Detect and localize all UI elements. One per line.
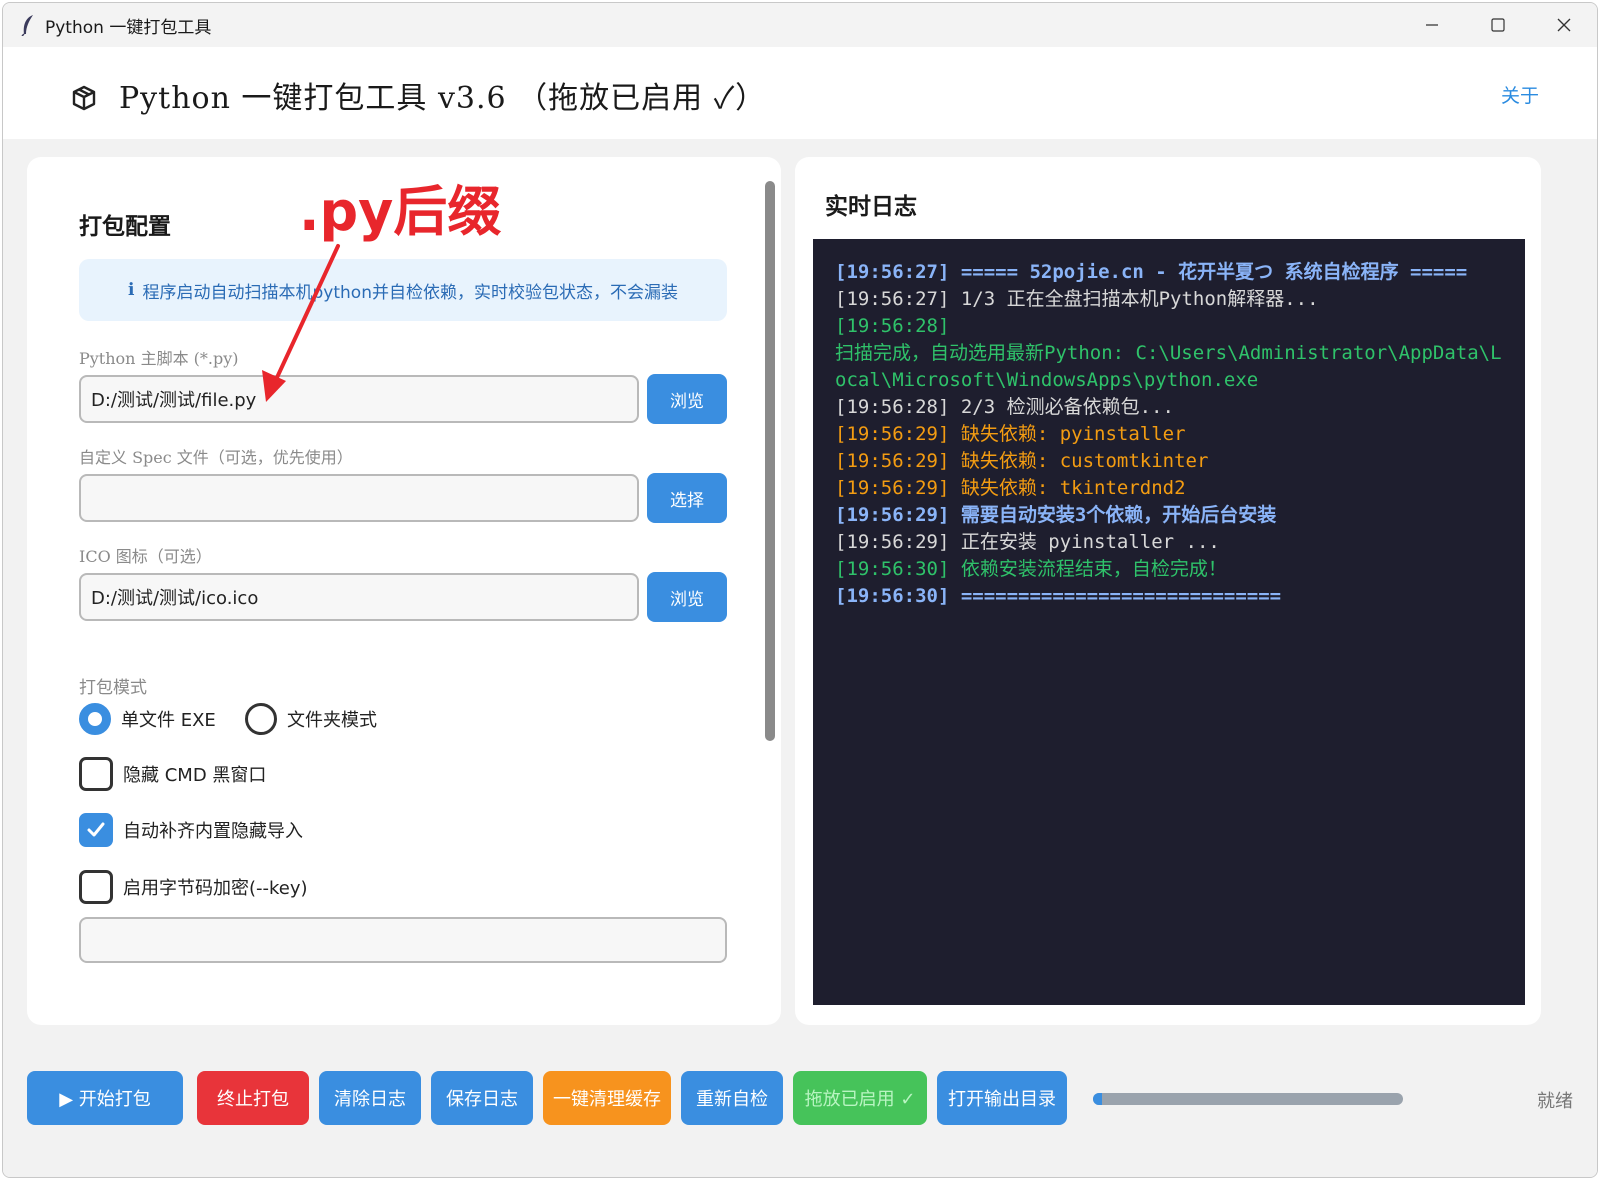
- log-line: [19:56:30] 依赖安装流程结束，自检完成！: [835, 558, 1227, 580]
- checkbox-hide-cmd-label: 隐藏 CMD 黑窗口: [123, 765, 267, 786]
- radio-onefile[interactable]: 单文件 EXE: [79, 703, 216, 735]
- log-line: [19:56:29] 缺失依赖: pyinstaller: [835, 423, 1186, 445]
- radio-selected-indicator: [79, 703, 111, 735]
- annotation-label: .py后缀: [299, 180, 502, 243]
- log-line: [19:56:27] 1/3 正在全盘扫描本机Python解释器...: [835, 288, 1319, 310]
- minimize-button[interactable]: [1399, 3, 1465, 47]
- log-line: [19:56:28]: [835, 315, 950, 337]
- start-build-button[interactable]: ▶ 开始打包: [27, 1071, 183, 1125]
- log-line: 扫描完成，自动选用最新Python: C:\Users\Administrato…: [835, 342, 1502, 391]
- close-icon: [1557, 18, 1571, 32]
- info-banner: ℹ 程序启动自动扫描本机python并自检依赖，实时校验包状态，不会漏装: [79, 259, 727, 321]
- key-input[interactable]: [79, 917, 727, 963]
- info-text: 程序启动自动扫描本机python并自检依赖，实时校验包状态，不会漏装: [142, 282, 678, 303]
- checkbox-box: [79, 757, 113, 791]
- stop-build-button[interactable]: 终止打包: [197, 1071, 309, 1125]
- browse-ico-button[interactable]: 浏览: [647, 572, 727, 622]
- log-line: [19:56:29] 正在安装 pyinstaller ...: [835, 531, 1220, 553]
- radio-onefile-label: 单文件 EXE: [121, 710, 216, 731]
- minimize-icon: [1426, 24, 1438, 26]
- mode-label: 打包模式: [79, 678, 147, 698]
- log-line: [19:56:29] 缺失依赖: customtkinter: [835, 450, 1209, 472]
- ico-path-input[interactable]: D:/测试/测试/ico.ico: [79, 573, 639, 621]
- log-title: 实时日志: [825, 194, 917, 220]
- progress-fill: [1093, 1093, 1103, 1105]
- window-title: Python 一键打包工具: [45, 17, 212, 38]
- radio-folder[interactable]: 文件夹模式: [245, 703, 377, 735]
- close-button[interactable]: [1531, 3, 1597, 47]
- log-line: [19:56:29] 缺失依赖: tkinterdnd2: [835, 477, 1186, 499]
- bottom-toolbar: ▶ 开始打包 终止打包 清除日志 保存日志 一键清理缓存 重新自检 拖放已启用 …: [3, 1043, 1597, 1177]
- clean-cache-button[interactable]: 一键清理缓存: [543, 1071, 671, 1125]
- log-console[interactable]: [19:56:27] ===== 52pojie.cn - 花开半夏つ 系统自检…: [813, 239, 1525, 1005]
- radio-folder-label: 文件夹模式: [287, 710, 377, 731]
- drag-enabled-button[interactable]: 拖放已启用 ✓: [793, 1071, 927, 1125]
- progress-bar: [1093, 1093, 1403, 1105]
- log-line: [19:56:29] 需要自动安装3个依赖，开始后台安装: [835, 504, 1277, 526]
- config-scrollbar[interactable]: [765, 181, 775, 741]
- radio-unselected-indicator: [245, 703, 277, 735]
- browse-script-button[interactable]: 浏览: [647, 374, 727, 424]
- config-title: 打包配置: [79, 214, 171, 240]
- checkbox-box-checked: [79, 813, 113, 847]
- check-icon: [87, 822, 105, 837]
- app-header: Python 一键打包工具 v3.6 （拖放已启用 ✓） 关于: [3, 47, 1597, 139]
- info-icon: ℹ: [128, 280, 135, 300]
- checkbox-hide-cmd[interactable]: 隐藏 CMD 黑窗口: [79, 757, 266, 791]
- open-output-button[interactable]: 打开输出目录: [937, 1071, 1067, 1125]
- config-panel: 打包配置 .py后缀 ℹ 程序启动自动扫描本机python并自检依赖，实时校验包…: [27, 157, 781, 1025]
- about-link[interactable]: 关于: [1501, 81, 1539, 108]
- maximize-icon: [1491, 18, 1505, 32]
- choose-spec-button[interactable]: 选择: [647, 473, 727, 523]
- log-line: [19:56:30] ============================: [835, 585, 1282, 607]
- log-panel: 实时日志 [19:56:27] ===== 52pojie.cn - 花开半夏つ…: [795, 157, 1541, 1025]
- checkbox-encrypt[interactable]: 启用字节码加密(--key): [79, 870, 308, 904]
- log-line: [19:56:27] ===== 52pojie.cn - 花开半夏つ 系统自检…: [835, 261, 1468, 283]
- script-label: Python 主脚本 (*.py): [79, 349, 239, 368]
- recheck-button[interactable]: 重新自检: [681, 1071, 783, 1125]
- package-icon: [72, 85, 96, 111]
- app-window: Python 一键打包工具 Python 一键打包工具 v3.6 （拖放已启用 …: [2, 2, 1598, 1178]
- status-text: 就绪: [1537, 1091, 1573, 1112]
- spec-label: 自定义 Spec 文件（可选，优先使用）: [79, 448, 353, 467]
- script-path-input[interactable]: D:/测试/测试/file.py: [79, 375, 639, 423]
- feather-icon: [21, 15, 33, 36]
- spec-path-input[interactable]: [79, 474, 639, 522]
- checkbox-encrypt-label: 启用字节码加密(--key): [123, 878, 308, 899]
- app-title: Python 一键打包工具 v3.6 （拖放已启用 ✓）: [119, 81, 767, 116]
- ico-label: ICO 图标（可选）: [79, 547, 212, 566]
- title-bar: Python 一键打包工具: [3, 3, 1597, 47]
- clear-log-button[interactable]: 清除日志: [319, 1071, 421, 1125]
- checkbox-auto-imports-label: 自动补齐内置隐藏导入: [123, 821, 303, 842]
- maximize-button[interactable]: [1465, 3, 1531, 47]
- log-line: [19:56:28] 2/3 检测必备依赖包...: [835, 396, 1174, 418]
- save-log-button[interactable]: 保存日志: [431, 1071, 533, 1125]
- checkbox-auto-imports[interactable]: 自动补齐内置隐藏导入: [79, 813, 303, 847]
- checkbox-box: [79, 870, 113, 904]
